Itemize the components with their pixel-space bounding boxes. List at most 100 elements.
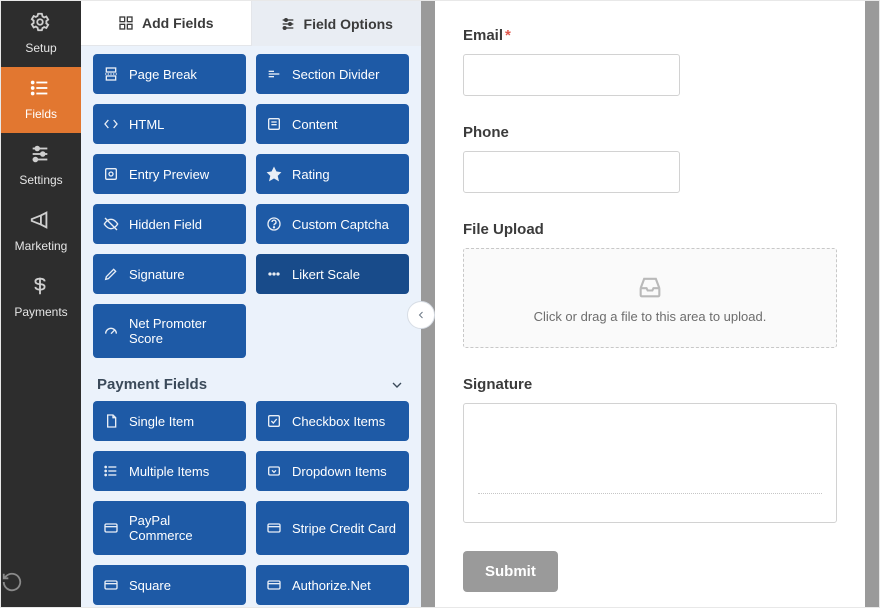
dots-icon [266, 266, 282, 282]
divider-icon [266, 66, 282, 82]
upload-hint: Click or drag a file to this area to upl… [534, 309, 767, 324]
field-label: Single Item [129, 414, 194, 429]
nav-label: Setup [25, 41, 56, 55]
form-field-file-upload[interactable]: File Upload Click or drag a file to this… [463, 221, 837, 348]
card-icon [266, 577, 282, 593]
form-field-phone[interactable]: Phone [463, 124, 837, 193]
checkbox-icon [266, 413, 282, 429]
payment-field-btn-paypal-commerce[interactable]: PayPal Commerce [93, 501, 246, 555]
inbox-icon [636, 273, 664, 301]
dropdown-icon [266, 463, 282, 479]
required-indicator: * [505, 27, 511, 44]
nav-label: Fields [25, 107, 57, 121]
nav-label: Settings [19, 173, 62, 187]
eye-off-icon [103, 216, 119, 232]
payment-field-btn-authorize-net[interactable]: Authorize.Net [256, 565, 409, 605]
tab-label: Add Fields [142, 15, 214, 31]
field-btn-hidden-field[interactable]: Hidden Field [93, 204, 246, 244]
field-label: Section Divider [292, 67, 379, 82]
field-btn-section-divider[interactable]: Section Divider [256, 54, 409, 94]
field-label: Hidden Field [129, 217, 202, 232]
payment-fields-grid: Single Item Checkbox Items Multiple Items D… [93, 401, 409, 607]
field-btn-html[interactable]: HTML [93, 104, 246, 144]
field-label: HTML [129, 117, 164, 132]
field-label: Net Promoter Score [129, 316, 236, 346]
field-btn-page-break[interactable]: Page Break [93, 54, 246, 94]
sliders-icon [29, 143, 53, 167]
card-icon [103, 577, 119, 593]
form-field-email[interactable]: Email* [463, 27, 837, 96]
payment-field-btn-dropdown-items[interactable]: Dropdown Items [256, 451, 409, 491]
field-btn-likert-scale[interactable]: Likert Scale [256, 254, 409, 294]
gauge-icon [103, 323, 119, 339]
payment-fields-header[interactable]: Payment Fields [93, 358, 409, 401]
upload-label: File Upload [463, 221, 837, 238]
preview-icon [103, 166, 119, 182]
payment-field-btn-square[interactable]: Square [93, 565, 246, 605]
list-icon [29, 77, 53, 101]
nav-item-setup[interactable]: Setup [1, 1, 81, 67]
field-label: Content [292, 117, 338, 132]
field-label: Multiple Items [129, 464, 209, 479]
file-icon [103, 413, 119, 429]
fields-scroll[interactable]: Page Break Section Divider HTML Content Entr… [81, 46, 421, 607]
payment-field-btn-stripe-credit-card[interactable]: Stripe Credit Card [256, 501, 409, 555]
star-icon [266, 166, 282, 182]
grid-icon [118, 15, 134, 31]
field-label: Dropdown Items [292, 464, 387, 479]
section-title: Payment Fields [97, 376, 207, 393]
field-btn-signature[interactable]: Signature [93, 254, 246, 294]
signature-pad[interactable] [463, 403, 837, 523]
phone-label: Phone [463, 124, 837, 141]
form-preview-wrapper: Email* Phone File Upload Click or drag a… [421, 1, 879, 607]
nav-item-settings[interactable]: Settings [1, 133, 81, 199]
panel-tabs: Add Fields Field Options [81, 1, 421, 46]
field-btn-rating[interactable]: Rating [256, 154, 409, 194]
field-label: Entry Preview [129, 167, 209, 182]
fields-panel: Add Fields Field Options Page Break Secti… [81, 1, 421, 607]
field-label: Custom Captcha [292, 217, 389, 232]
field-label: Square [129, 578, 171, 593]
nav-label: Marketing [15, 239, 68, 253]
field-label: Authorize.Net [292, 578, 371, 593]
tab-add-fields[interactable]: Add Fields [81, 1, 252, 46]
card-icon [103, 520, 119, 536]
nav-item-marketing[interactable]: Marketing [1, 199, 81, 265]
code-icon [103, 116, 119, 132]
nav-item-fields[interactable]: Fields [1, 67, 81, 133]
question-icon [266, 216, 282, 232]
payment-field-btn-multiple-items[interactable]: Multiple Items [93, 451, 246, 491]
sliders-icon [280, 16, 296, 32]
gear-icon [29, 11, 53, 35]
field-btn-net-promoter-score[interactable]: Net Promoter Score [93, 304, 246, 358]
undo-history-button[interactable] [1, 561, 81, 607]
card-icon [266, 520, 282, 536]
page-break-icon [103, 66, 119, 82]
field-btn-entry-preview[interactable]: Entry Preview [93, 154, 246, 194]
tab-label: Field Options [304, 16, 393, 32]
tab-field-options[interactable]: Field Options [252, 1, 422, 46]
payment-field-btn-single-item[interactable]: Single Item [93, 401, 246, 441]
collapse-panel-button[interactable] [407, 301, 435, 329]
left-nav: Setup Fields Settings Marketing Payments [1, 1, 81, 607]
content-icon [266, 116, 282, 132]
submit-button[interactable]: Submit [463, 551, 558, 592]
dollar-icon [29, 275, 53, 299]
form-field-signature[interactable]: Signature [463, 376, 837, 523]
field-btn-content[interactable]: Content [256, 104, 409, 144]
megaphone-icon [29, 209, 53, 233]
payment-field-btn-checkbox-items[interactable]: Checkbox Items [256, 401, 409, 441]
field-btn-custom-captcha[interactable]: Custom Captcha [256, 204, 409, 244]
form-preview: Email* Phone File Upload Click or drag a… [435, 1, 865, 607]
file-upload-dropzone[interactable]: Click or drag a file to this area to upl… [463, 248, 837, 348]
email-input[interactable] [463, 54, 680, 96]
pencil-icon [103, 266, 119, 282]
phone-input[interactable] [463, 151, 680, 193]
field-label: Rating [292, 167, 330, 182]
email-label: Email* [463, 27, 837, 44]
field-label: Stripe Credit Card [292, 521, 396, 536]
field-label: Checkbox Items [292, 414, 385, 429]
nav-item-payments[interactable]: Payments [1, 265, 81, 331]
field-label: Page Break [129, 67, 197, 82]
app-root: Setup Fields Settings Marketing Payments Add… [0, 0, 880, 608]
